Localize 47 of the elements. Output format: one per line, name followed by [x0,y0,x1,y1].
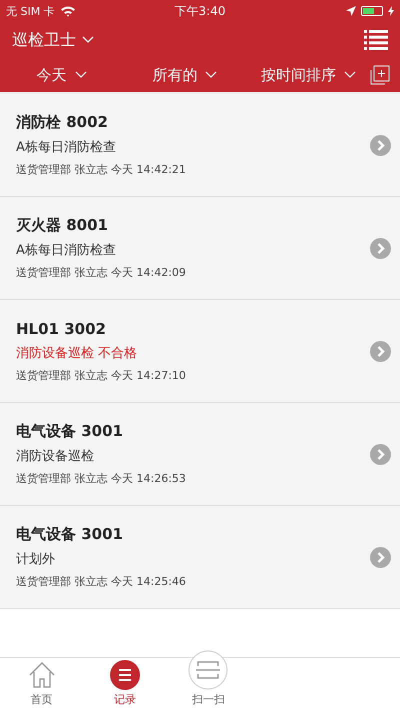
carrier-text: 无 SIM 卡 [6,4,55,18]
record-meta: 送货管理部 张立志 今天 14:42:09 [16,265,187,280]
record-item[interactable]: 消防栓 8002 A栋每日消防检查 送货管理部 张立志 今天 14:42:21 [0,94,400,197]
wifi-icon [60,5,76,17]
filter-dropdown[interactable]: 按时间排序 [246,66,370,84]
record-item[interactable]: 电气设备 3001 计划外 送货管理部 张立志 今天 14:25:46 [0,506,400,609]
filter-dropdown[interactable]: 所有的 [123,66,247,84]
chevron-down-icon [74,71,87,79]
chevron-down-icon [205,71,218,79]
record-meta: 送货管理部 张立志 今天 14:27:10 [16,368,187,382]
record-subtitle: A栋每日消防检查 [16,242,117,259]
record-item[interactable]: 灭火器 8001 A栋每日消防检查 送货管理部 张立志 今天 14:42:09 [0,197,400,300]
record-item[interactable]: HL01 3002 消防设备巡检 不合格 送货管理部 张立志 今天 14:27:10 [0,300,400,403]
chevron-down-icon [82,36,94,44]
record-title: HL01 3002 [16,320,107,338]
chevron-icon[interactable] [370,238,391,258]
tab-item[interactable]: 记录 [83,658,167,710]
record-subtitle: A栋每日消防检查 [16,139,117,156]
battery-icon [360,6,383,16]
tab-item[interactable]: 首页 [0,658,84,710]
tab-item[interactable]: 扫一扫 [166,644,250,710]
chevron-icon[interactable] [370,340,391,362]
record-subtitle: 消防设备巡检 不合格 [16,344,138,362]
add-icon[interactable] [370,65,390,85]
record-item[interactable]: 电气设备 3001 消防设备巡检 送货管理部 张立志 今天 14:26:53 [0,403,400,506]
location-icon [346,6,356,16]
status-time: 下午3:40 [174,2,226,20]
chevron-down-icon [344,71,356,79]
record-title: 电气设备 3001 [16,525,124,544]
app-title-dropdown[interactable]: 巡检卫士 [12,30,94,50]
chevron-icon[interactable] [370,444,391,464]
home-icon [26,660,57,690]
charging-icon [388,6,394,16]
record-meta: 送货管理部 张立志 今天 14:26:53 [16,471,187,486]
scan-icon [188,650,228,690]
record-subtitle: 消防设备巡检 [16,448,95,465]
filter-dropdown[interactable]: 今天 [0,66,124,84]
list-menu-icon[interactable] [364,30,388,50]
record-title: 灭火器 8001 [16,216,109,235]
record-title: 电气设备 3001 [16,422,124,441]
chevron-icon[interactable] [370,546,391,568]
record-subtitle: 计划外 [16,551,56,568]
list-icon [110,660,140,690]
chevron-icon[interactable] [370,134,391,156]
record-title: 消防栓 8002 [16,113,109,132]
record-meta: 送货管理部 张立志 今天 14:25:46 [16,574,187,589]
record-meta: 送货管理部 张立志 今天 14:42:21 [16,162,187,177]
